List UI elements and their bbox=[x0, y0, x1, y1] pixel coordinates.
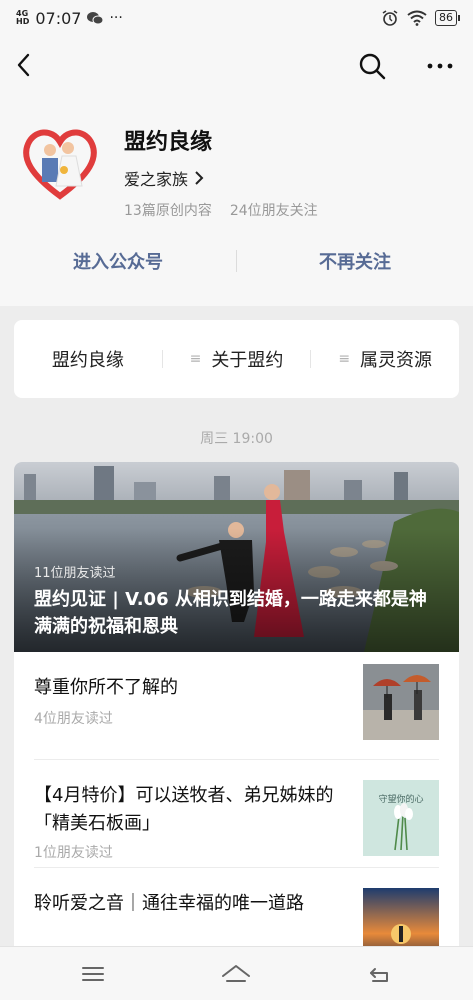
top-nav-bar bbox=[0, 36, 473, 96]
article-item[interactable]: 尊重你所不了解的 4位朋友读过 bbox=[34, 652, 439, 760]
list-icon: ≡ bbox=[189, 351, 202, 367]
menu-item-label: 属灵资源 bbox=[360, 350, 433, 371]
menu-item-label: 盟约良缘 bbox=[51, 350, 124, 371]
post-datetime: 周三 19:00 bbox=[200, 431, 273, 447]
article-feed: 11位朋友读过 盟约见证 | V.06 从相识到结婚，一路走来都是神满满的祝福和… bbox=[14, 462, 459, 952]
article-title: 尊重你所不了解的 bbox=[34, 677, 178, 698]
article-title: 聆听爱之音｜通往幸福的唯一道路 bbox=[34, 893, 304, 914]
menu-item-about[interactable]: ≡ 关于盟约 bbox=[163, 346, 311, 372]
friends-follow-count: 24位朋友关注 bbox=[229, 203, 318, 219]
chevron-right-icon bbox=[195, 171, 204, 185]
thumbnail-caption: 守望你的心 bbox=[378, 793, 423, 805]
back-arrow-icon[interactable] bbox=[10, 50, 40, 80]
more-options-icon[interactable] bbox=[422, 50, 458, 82]
menu-item-label: 关于盟约 bbox=[211, 350, 284, 371]
unfollow-button[interactable]: 不再关注 bbox=[237, 248, 473, 274]
account-avatar bbox=[23, 129, 97, 200]
article-thumbnail bbox=[363, 664, 439, 740]
more-dots-icon: ··· bbox=[109, 10, 123, 26]
status-bar: 4G HD 07:07 ··· 86 bbox=[0, 0, 473, 36]
home-icon[interactable] bbox=[221, 961, 251, 987]
battery-indicator: 86 bbox=[435, 10, 460, 26]
article-thumbnail: 守望你的心 bbox=[363, 780, 439, 856]
account-name: 盟约良缘 bbox=[124, 130, 213, 155]
hero-article[interactable]: 11位朋友读过 盟约见证 | V.06 从相识到结婚，一路走来都是神满满的祝福和… bbox=[14, 462, 459, 652]
hero-readers-count: 11位朋友读过 bbox=[34, 566, 116, 581]
account-actions: 进入公众号 不再关注 bbox=[0, 246, 473, 276]
enter-account-button[interactable]: 进入公众号 bbox=[0, 248, 236, 274]
article-readers: 1位朋友读过 bbox=[34, 845, 113, 861]
clock: 07:07 bbox=[35, 8, 82, 28]
article-thumbnail bbox=[363, 888, 439, 952]
article-item[interactable]: 【4月特价】可以送牧者、弟兄姊妹的「精美石板画」 1位朋友读过 守望你的心 bbox=[34, 760, 439, 868]
article-title: 【4月特价】可以送牧者、弟兄姊妹的「精美石板画」 bbox=[34, 785, 334, 834]
list-icon: ≡ bbox=[338, 351, 351, 367]
hero-title: 盟约见证 | V.06 从相识到结婚，一路走来都是神满满的祝福和恩典 bbox=[34, 589, 427, 637]
articles-count: 13篇原创内容 bbox=[124, 203, 212, 219]
account-org-link[interactable]: 爱之家族 bbox=[124, 166, 204, 190]
wechat-icon bbox=[87, 12, 104, 25]
network-indicator: 4G HD bbox=[16, 9, 30, 26]
article-item[interactable]: 聆听爱之音｜通往幸福的唯一道路 bbox=[34, 868, 439, 952]
account-stats: 13篇原创内容 24位朋友关注 bbox=[124, 200, 318, 220]
account-org-label: 爱之家族 bbox=[124, 170, 189, 189]
article-readers: 4位朋友读过 bbox=[34, 711, 113, 727]
alarm-icon bbox=[382, 10, 398, 26]
menu-item-resources[interactable]: ≡ 属灵资源 bbox=[311, 346, 459, 372]
search-icon[interactable] bbox=[356, 50, 388, 82]
account-menu: 盟约良缘 ≡ 关于盟约 ≡ 属灵资源 bbox=[14, 320, 459, 398]
system-nav-bar bbox=[0, 946, 473, 1000]
back-icon[interactable] bbox=[365, 961, 395, 987]
account-profile: 盟约良缘 爱之家族 13篇原创内容 24位朋友关注 进入公众号 不再关注 bbox=[0, 96, 473, 306]
wifi-icon bbox=[407, 10, 427, 26]
menu-icon[interactable] bbox=[78, 961, 108, 987]
menu-item-mengyue[interactable]: 盟约良缘 bbox=[14, 346, 162, 372]
